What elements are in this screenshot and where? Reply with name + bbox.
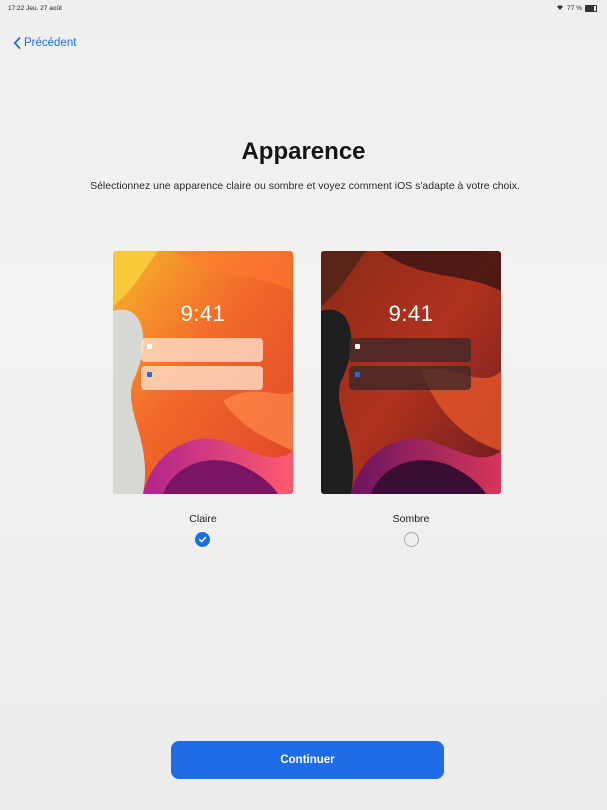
notification-dot [147,344,152,349]
wifi-icon [556,4,564,12]
battery-percent: 77 % [567,4,582,12]
preview-notification [349,338,471,362]
status-date: Jeu. 27 août [26,5,62,12]
light-radio-selected[interactable] [195,532,210,547]
status-bar: 17:22 Jeu. 27 août 77 % [0,0,607,14]
notification-dot [355,344,360,349]
page-title: Apparence [241,138,366,165]
preview-notification [349,366,471,390]
page-subtitle: Sélectionnez une apparence claire ou som… [90,180,520,192]
notification-dot [147,372,152,377]
status-time: 17:22 [8,5,25,12]
light-preview[interactable]: 9:41 [113,251,293,494]
dark-radio-unselected[interactable] [404,532,419,547]
preview-time: 9:41 [180,301,226,326]
battery-icon [585,4,597,12]
preview-time: 9:41 [388,301,434,326]
back-button[interactable]: Précédent [13,37,76,49]
status-left: 17:22 Jeu. 27 août [8,5,62,12]
back-label: Précédent [24,37,77,49]
notification-dot [355,372,360,377]
light-option-label: Claire [189,513,217,525]
chevron-left-icon [13,37,21,49]
preview-notification [141,366,263,390]
checkmark-icon [199,536,207,543]
continue-button[interactable]: Continuer [171,741,444,779]
status-right: 77 % [556,4,597,12]
dark-option-label: Sombre [392,513,430,525]
dark-preview[interactable]: 9:41 [321,251,501,494]
preview-notification [141,338,263,362]
appearance-screen: 17:22 Jeu. 27 août 77 % Précédent Appare… [0,0,607,810]
